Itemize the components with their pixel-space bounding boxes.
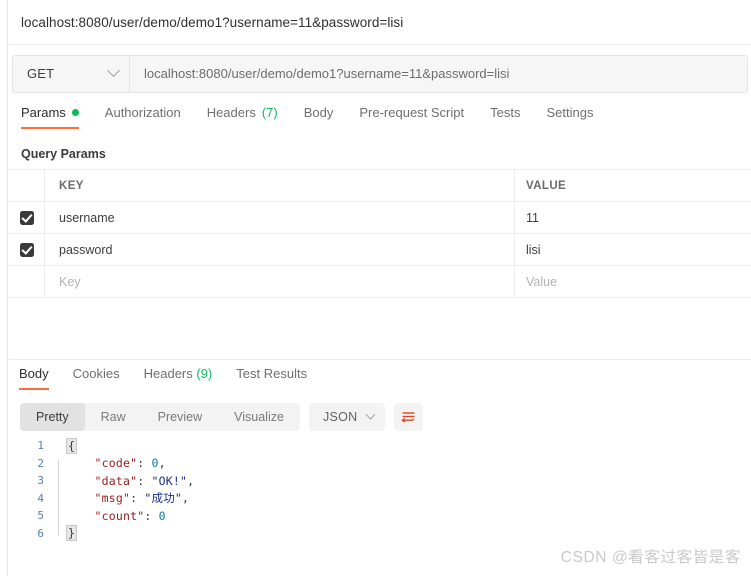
table-row-empty: Key Value xyxy=(9,266,751,298)
tab-authorization-label: Authorization xyxy=(104,105,181,120)
tab-params-label: Params xyxy=(21,105,66,120)
open-brace: { xyxy=(66,437,78,454)
left-rail xyxy=(0,0,8,576)
code-line: 2 "code": 0, xyxy=(9,455,751,483)
json-value: 0 xyxy=(158,508,166,523)
view-mode-visualize[interactable]: Visualize xyxy=(218,403,300,431)
tab-body-label: Body xyxy=(303,105,334,120)
header-checkbox-cell xyxy=(9,170,45,201)
wrap-lines-icon xyxy=(400,412,414,423)
json-value: "成功" xyxy=(144,491,183,506)
chevron-down-icon xyxy=(365,409,375,420)
row-checkbox-cell[interactable] xyxy=(9,266,45,297)
header-value: VALUE xyxy=(526,179,567,192)
tab-params[interactable]: Params xyxy=(21,103,79,129)
wrap-lines-button[interactable] xyxy=(393,403,423,431)
table-header-row: KEY VALUE xyxy=(9,170,751,202)
tab-tests-label: Tests xyxy=(490,105,521,120)
request-title-text: localhost:8080/user/demo/demo1?username=… xyxy=(21,14,404,30)
response-view-mode-group: Pretty Raw Preview Visualize xyxy=(20,403,300,431)
request-url-value: localhost:8080/user/demo/demo1?username=… xyxy=(144,66,510,81)
json-key: "count" xyxy=(94,508,145,523)
json-comma: , xyxy=(158,456,166,471)
tab-settings[interactable]: Settings xyxy=(546,103,593,129)
json-key: "code" xyxy=(94,456,138,471)
view-mode-raw[interactable]: Raw xyxy=(85,403,142,431)
response-language-dropdown[interactable]: JSON xyxy=(308,403,385,431)
tab-headers-label: Headers xyxy=(206,105,256,120)
checkbox-checked-icon[interactable] xyxy=(19,210,34,225)
json-separator: : xyxy=(130,491,145,506)
row-checkbox-cell[interactable] xyxy=(9,234,45,265)
row-value-input[interactable]: 11 xyxy=(515,202,751,233)
response-tabs: Body Cookies Headers (9) Test Results xyxy=(9,364,751,394)
response-format-toolbar: Pretty Raw Preview Visualize JSON xyxy=(9,399,751,435)
tab-headers[interactable]: Headers (7) xyxy=(207,103,278,129)
table-row: password lisi xyxy=(9,234,751,266)
request-url-row: GET localhost:8080/user/demo/demo1?usern… xyxy=(9,46,751,101)
response-tab-body[interactable]: Body xyxy=(19,364,49,390)
json-key: "msg" xyxy=(94,491,131,506)
view-mode-preview[interactable]: Preview xyxy=(142,403,218,431)
request-title-bar: localhost:8080/user/demo/demo1?username=… xyxy=(9,0,751,45)
chevron-down-icon xyxy=(107,64,120,78)
json-separator: : xyxy=(144,508,159,523)
row-checkbox-cell[interactable] xyxy=(9,202,45,233)
request-url-input[interactable]: localhost:8080/user/demo/demo1?username=… xyxy=(129,54,748,93)
tab-headers-count: (7) xyxy=(261,105,278,120)
line-number: 5 xyxy=(37,509,44,523)
code-line: 5 "count": 0 xyxy=(9,507,751,535)
response-tab-headers[interactable]: Headers (9) xyxy=(144,364,213,390)
tab-pre-request-script-label: Pre-request Script xyxy=(359,105,465,120)
table-empty-space xyxy=(9,297,751,360)
params-modified-dot-icon xyxy=(71,109,79,116)
json-value: 0 xyxy=(151,456,159,471)
postman-window: localhost:8080/user/demo/demo1?username=… xyxy=(0,0,751,576)
query-params-table: KEY VALUE username 11 password lisi Key … xyxy=(9,169,751,298)
http-method-dropdown[interactable]: GET xyxy=(12,54,129,93)
header-key: KEY xyxy=(45,170,515,201)
request-tabs: Params Authorization Headers (7) Body Pr… xyxy=(9,103,751,135)
tab-body[interactable]: Body xyxy=(304,103,334,129)
line-number: 2 xyxy=(37,456,44,470)
tab-authorization[interactable]: Authorization xyxy=(105,103,181,129)
json-separator: : xyxy=(137,456,152,471)
close-brace: } xyxy=(66,525,78,542)
json-comma: , xyxy=(187,473,195,488)
response-tab-headers-label: Headers xyxy=(143,366,193,381)
new-value-input[interactable]: Value xyxy=(515,266,751,297)
json-comma: , xyxy=(182,491,190,506)
query-params-heading: Query Params xyxy=(21,147,106,161)
table-row: username 11 xyxy=(9,202,751,234)
line-number: 6 xyxy=(37,526,44,540)
row-key-input[interactable]: username xyxy=(45,202,515,233)
response-language-label: JSON xyxy=(322,410,358,424)
line-number: 4 xyxy=(37,491,44,505)
watermark-text: CSDN @看客过客皆是客 xyxy=(560,549,741,566)
view-mode-pretty[interactable]: Pretty xyxy=(20,403,85,431)
code-line: 6 } xyxy=(9,525,751,543)
new-key-input[interactable]: Key xyxy=(45,266,515,297)
checkbox-checked-icon[interactable] xyxy=(19,242,34,257)
tab-pre-request-script[interactable]: Pre-request Script xyxy=(359,103,464,129)
tab-tests[interactable]: Tests xyxy=(490,103,520,129)
code-line: 3 "data": "OK!", xyxy=(9,472,751,500)
response-tab-body-label: Body xyxy=(19,366,49,381)
response-tab-cookies[interactable]: Cookies xyxy=(73,364,120,390)
json-value: "OK!" xyxy=(151,473,188,488)
line-number: 3 xyxy=(37,474,44,488)
json-key: "data" xyxy=(94,473,138,488)
response-tab-cookies-label: Cookies xyxy=(72,366,120,381)
tab-settings-label: Settings xyxy=(546,105,594,120)
response-tab-test-results-label: Test Results xyxy=(236,366,308,381)
response-tab-headers-count: (9) xyxy=(196,366,213,381)
row-value-input[interactable]: lisi xyxy=(515,234,751,265)
code-line: 4 "msg": "成功", xyxy=(9,490,751,518)
row-key-input[interactable]: password xyxy=(45,234,515,265)
response-tab-test-results[interactable]: Test Results xyxy=(236,364,307,390)
json-separator: : xyxy=(137,473,152,488)
line-number: 1 xyxy=(37,439,44,453)
code-line: 1 { xyxy=(9,437,751,455)
http-method-label: GET xyxy=(27,66,55,81)
